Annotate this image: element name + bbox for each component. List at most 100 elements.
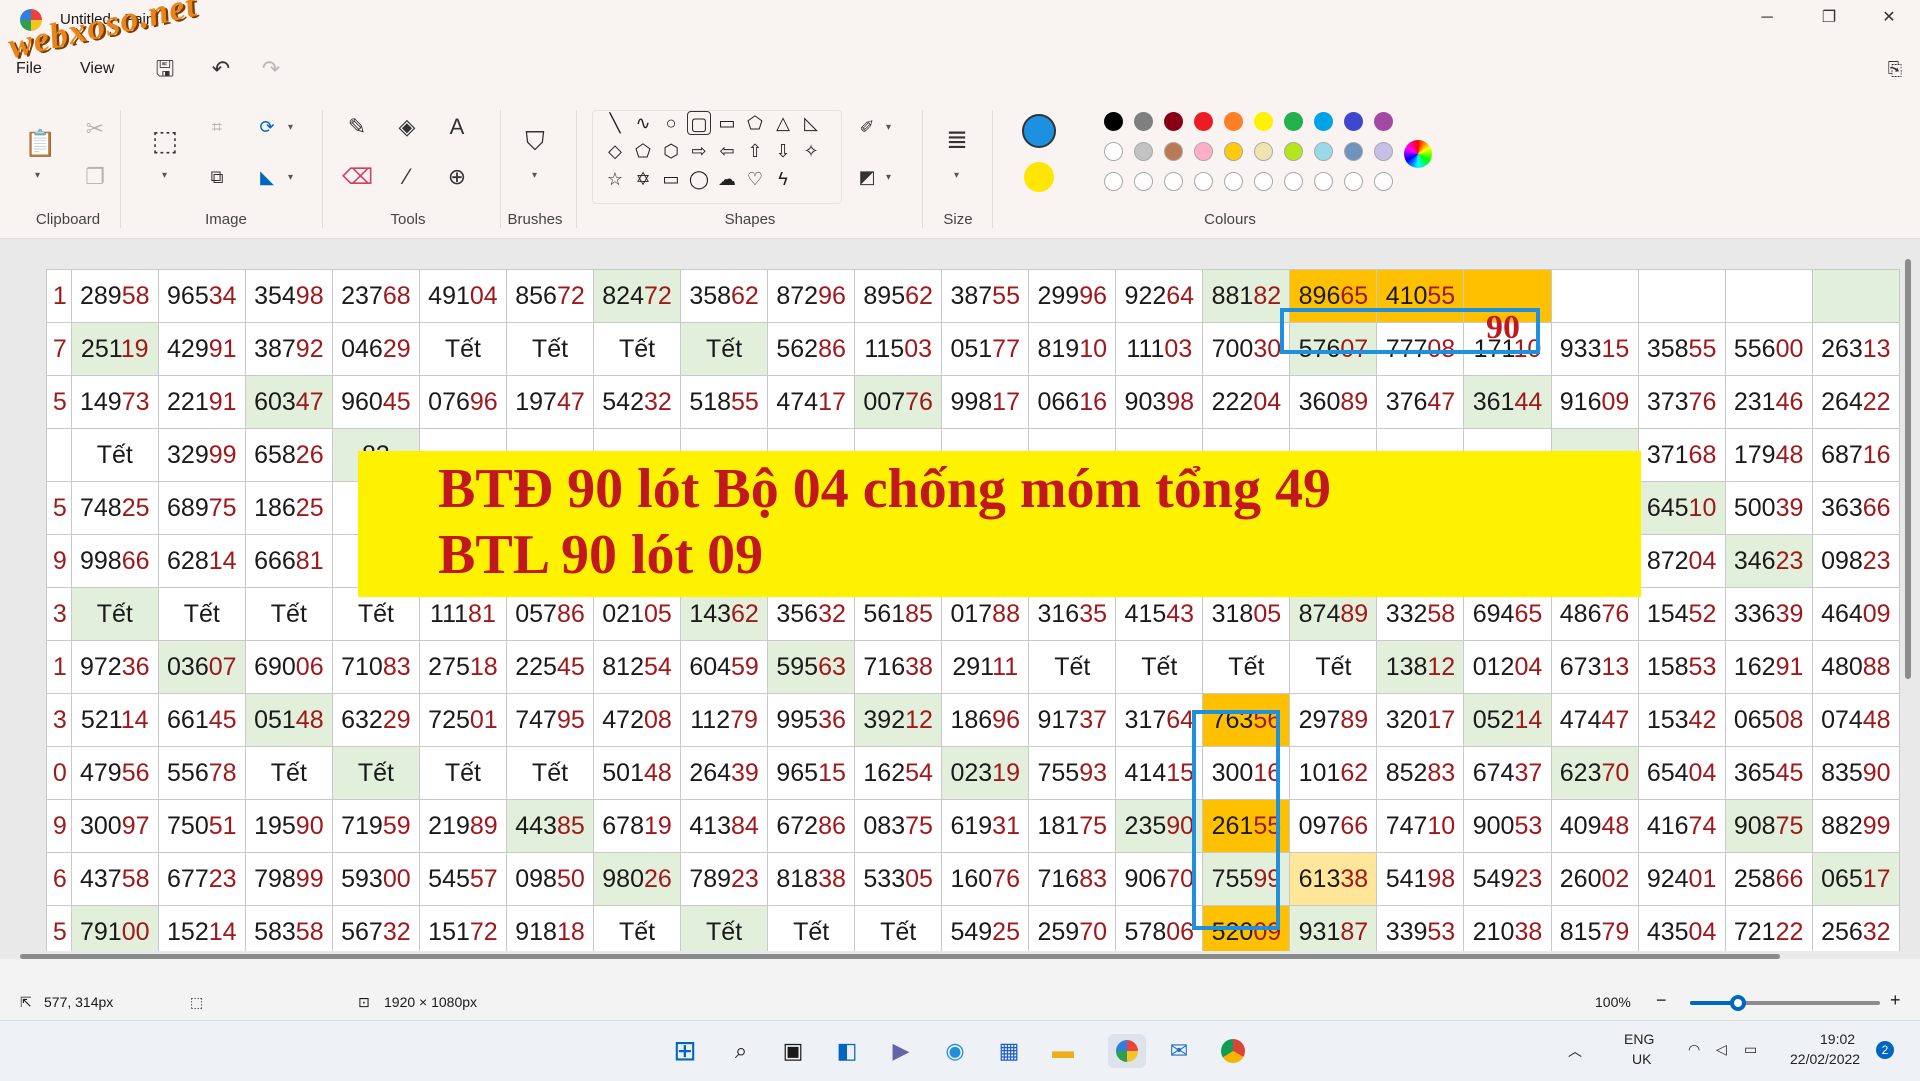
undo-icon[interactable]: ↶: [208, 56, 234, 82]
color-swatch[interactable]: [1104, 112, 1123, 131]
file-explorer-icon[interactable]: ▬: [1046, 1034, 1080, 1068]
color-swatch[interactable]: [1164, 112, 1183, 131]
chevron-down-icon[interactable]: ▾: [886, 172, 891, 183]
chevron-down-icon[interactable]: ▾: [288, 122, 293, 133]
brush-icon[interactable]: ⛉: [520, 126, 550, 156]
redo-icon[interactable]: ↷: [258, 56, 284, 82]
rectangle-shape-icon[interactable]: ▢: [687, 111, 711, 135]
vertical-scrollbar[interactable]: [1905, 259, 1911, 679]
zoom-slider[interactable]: [1690, 995, 1880, 1011]
oval-shape-icon[interactable]: ○: [659, 111, 683, 135]
share-icon[interactable]: ⎘: [1882, 56, 1908, 82]
cut-icon[interactable]: ✂: [80, 114, 110, 144]
right-triangle-shape-icon[interactable]: ◺: [799, 111, 823, 135]
close-button[interactable]: ✕: [1866, 0, 1912, 36]
four-point-star-shape-icon[interactable]: ✧: [799, 139, 823, 163]
color-swatch[interactable]: [1284, 112, 1303, 131]
diamond-shape-icon[interactable]: ◇: [603, 139, 627, 163]
custom-color-slot[interactable]: [1284, 172, 1303, 191]
polygon-shape-icon[interactable]: ⬠: [743, 111, 767, 135]
custom-color-slot[interactable]: [1134, 172, 1153, 191]
chevron-down-icon[interactable]: ▾: [886, 122, 891, 133]
edge-icon[interactable]: ◉: [938, 1034, 972, 1068]
mail-icon[interactable]: ✉: [1162, 1034, 1196, 1068]
color-swatch[interactable]: [1164, 142, 1183, 161]
line-shape-icon[interactable]: ╲: [603, 111, 627, 135]
menu-view[interactable]: View: [80, 60, 114, 78]
six-point-star-shape-icon[interactable]: ✡: [631, 167, 655, 191]
custom-color-slot[interactable]: [1104, 172, 1123, 191]
rounded-rectangle-shape-icon[interactable]: ▭: [715, 111, 739, 135]
custom-color-slot[interactable]: [1194, 172, 1213, 191]
task-view-icon[interactable]: ▣: [776, 1034, 810, 1068]
color-swatch[interactable]: [1254, 142, 1273, 161]
rect-callout-shape-icon[interactable]: ▭: [659, 167, 683, 191]
color-swatch[interactable]: [1224, 142, 1243, 161]
cloud-callout-shape-icon[interactable]: ☁: [715, 167, 739, 191]
up-arrow-shape-icon[interactable]: ⇧: [743, 139, 767, 163]
zoom-percentage[interactable]: 100%: [1595, 994, 1631, 1010]
volume-icon[interactable]: ◁: [1716, 1041, 1727, 1058]
color-swatch[interactable]: [1194, 112, 1213, 131]
edit-colors-icon[interactable]: [1404, 140, 1432, 168]
widgets-icon[interactable]: ◧: [830, 1034, 864, 1068]
flip-icon[interactable]: ◣: [252, 162, 282, 192]
custom-color-slot[interactable]: [1344, 172, 1363, 191]
select-icon[interactable]: ⬚: [150, 126, 180, 156]
store-icon[interactable]: ▦: [992, 1034, 1026, 1068]
fill-style-icon[interactable]: ◩: [852, 162, 882, 192]
clock-date[interactable]: 22/02/2022: [1790, 1051, 1860, 1067]
chevron-down-icon[interactable]: ▾: [288, 172, 293, 183]
pencil-icon[interactable]: ✎: [342, 112, 372, 142]
custom-color-slot[interactable]: [1254, 172, 1273, 191]
eraser-icon[interactable]: ⌫: [342, 162, 373, 192]
wifi-icon[interactable]: ◠: [1688, 1041, 1700, 1058]
chevron-down-icon[interactable]: ▾: [162, 170, 167, 181]
down-arrow-shape-icon[interactable]: ⇩: [771, 139, 795, 163]
chevron-down-icon[interactable]: ▾: [35, 170, 40, 181]
notification-badge[interactable]: 2: [1876, 1041, 1894, 1059]
heart-shape-icon[interactable]: ♡: [743, 167, 767, 191]
zoom-in-button[interactable]: +: [1890, 990, 1901, 1011]
color-swatch[interactable]: [1134, 112, 1153, 131]
clock-time[interactable]: 19:02: [1820, 1031, 1855, 1047]
start-icon[interactable]: ⊞: [668, 1034, 702, 1068]
custom-color-slot[interactable]: [1164, 172, 1183, 191]
curve-shape-icon[interactable]: ∿: [631, 111, 655, 135]
right-arrow-shape-icon[interactable]: ⇨: [687, 139, 711, 163]
resize-icon[interactable]: ⧉: [202, 162, 232, 192]
custom-color-slot[interactable]: [1314, 172, 1333, 191]
minimize-button[interactable]: ─: [1744, 0, 1790, 36]
secondary-color[interactable]: [1024, 162, 1054, 192]
language-indicator[interactable]: ENG: [1624, 1031, 1654, 1047]
pentagon-shape-icon[interactable]: ⬠: [631, 139, 655, 163]
color-picker-icon[interactable]: ⁄: [392, 162, 422, 192]
color-swatch[interactable]: [1344, 112, 1363, 131]
paint-taskbar-icon[interactable]: [1108, 1034, 1146, 1068]
zoom-slider-thumb[interactable]: [1729, 995, 1746, 1011]
chevron-up-icon[interactable]: ︿: [1568, 1041, 1582, 1061]
chevron-down-icon[interactable]: ▾: [532, 170, 537, 181]
left-arrow-shape-icon[interactable]: ⇦: [715, 139, 739, 163]
chevron-down-icon[interactable]: ▾: [954, 170, 959, 181]
triangle-shape-icon[interactable]: △: [771, 111, 795, 135]
color-swatch[interactable]: [1284, 142, 1303, 161]
save-icon[interactable]: 🖫: [152, 56, 178, 82]
primary-color[interactable]: [1022, 114, 1056, 148]
color-swatch[interactable]: [1314, 112, 1333, 131]
hexagon-shape-icon[interactable]: ⬡: [659, 139, 683, 163]
color-swatch[interactable]: [1194, 142, 1213, 161]
color-swatch[interactable]: [1254, 112, 1273, 131]
color-swatch[interactable]: [1374, 112, 1393, 131]
custom-color-slot[interactable]: [1374, 172, 1393, 191]
region-indicator[interactable]: UK: [1632, 1051, 1651, 1067]
size-icon[interactable]: ≣: [942, 124, 972, 154]
color-swatch[interactable]: [1344, 142, 1363, 161]
color-swatch[interactable]: [1374, 142, 1393, 161]
color-swatch[interactable]: [1104, 142, 1123, 161]
fill-icon[interactable]: ◈: [392, 112, 422, 142]
color-swatch[interactable]: [1134, 142, 1153, 161]
lightning-shape-icon[interactable]: ϟ: [771, 167, 795, 191]
magnifier-icon[interactable]: ⊕: [442, 162, 472, 192]
battery-icon[interactable]: ▭: [1744, 1041, 1757, 1058]
